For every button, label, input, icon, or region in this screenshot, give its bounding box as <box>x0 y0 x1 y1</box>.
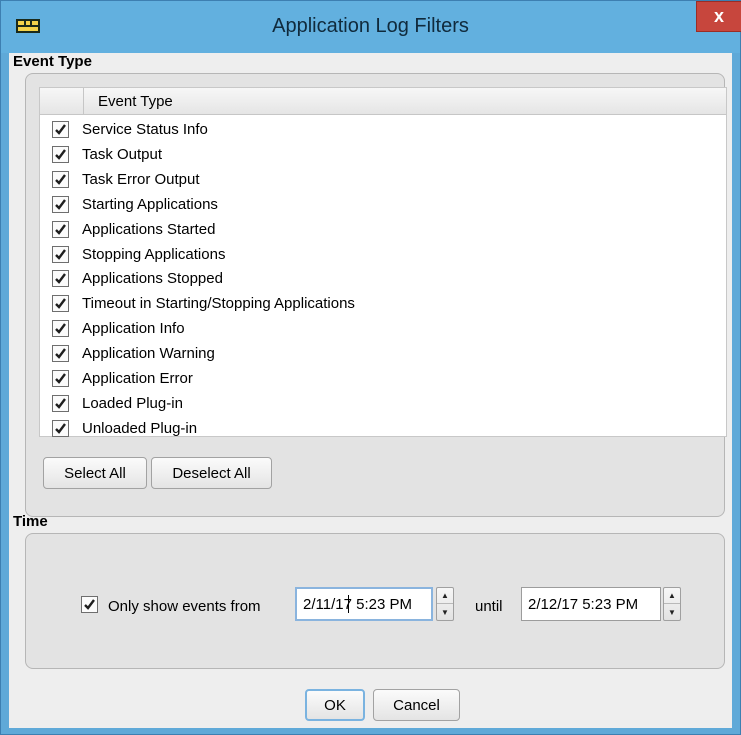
close-button[interactable]: x <box>696 1 741 32</box>
select-all-button[interactable]: Select All <box>43 457 147 489</box>
event-type-label: Unloaded Plug-in <box>82 419 198 437</box>
event-type-label: Application Info <box>82 320 185 338</box>
from-date-spinner[interactable]: ▲ ▼ <box>436 587 454 621</box>
event-type-checkbox[interactable] <box>52 121 69 138</box>
checkmark-icon <box>55 174 66 185</box>
event-type-label: Applications Stopped <box>82 270 223 288</box>
event-type-checkbox[interactable] <box>52 270 69 288</box>
checkmark-icon <box>55 398 66 409</box>
spinner-up-icon[interactable]: ▲ <box>437 588 453 604</box>
spinner-down-icon[interactable]: ▼ <box>664 604 680 620</box>
checkmark-icon <box>84 599 95 610</box>
checkmark-icon <box>55 423 66 434</box>
event-type-section-title: Event Type <box>13 53 92 70</box>
event-type-label: Starting Applications <box>82 195 218 213</box>
table-row[interactable]: Timeout in Starting/Stopping Application… <box>40 291 726 316</box>
table-row[interactable]: Unloaded Plug-in <box>40 416 726 441</box>
until-date-input[interactable]: 2/12/17 5:23 PM <box>521 587 661 621</box>
only-show-checkbox[interactable] <box>81 596 98 613</box>
until-date-spinner[interactable]: ▲ ▼ <box>663 587 681 621</box>
only-show-label[interactable]: Only show events from <box>108 598 261 615</box>
event-type-label: Service Status Info <box>82 121 208 138</box>
event-type-checkbox[interactable] <box>52 345 69 363</box>
time-section-title: Time <box>13 513 48 530</box>
table-row[interactable]: Application Info <box>40 316 726 341</box>
event-type-checkbox[interactable] <box>52 320 69 338</box>
event-type-table[interactable]: Event Type Service Status Info Task Outpu… <box>39 87 727 437</box>
event-type-label: Applications Started <box>82 220 216 238</box>
table-row[interactable]: Task Output <box>40 142 726 167</box>
event-type-checkbox[interactable] <box>52 295 69 313</box>
table-row[interactable]: Applications Started <box>40 217 726 242</box>
table-row[interactable]: Stopping Applications <box>40 242 726 267</box>
event-type-checkbox[interactable] <box>52 170 69 188</box>
event-type-checkbox[interactable] <box>52 145 69 163</box>
deselect-all-button[interactable]: Deselect All <box>151 457 272 489</box>
event-type-checkbox[interactable] <box>52 195 69 213</box>
event-type-label: Loaded Plug-in <box>82 394 183 412</box>
table-row[interactable]: Loaded Plug-in <box>40 391 726 416</box>
dialog-content: Event Type Event Type Service Status Inf… <box>9 53 732 728</box>
checkmark-icon <box>55 348 66 359</box>
dialog-window: Application Log Filters x Event Type Eve… <box>0 0 741 735</box>
table-header: Event Type <box>40 88 726 115</box>
event-type-label: Task Output <box>82 145 163 163</box>
checkmark-icon <box>55 198 66 210</box>
ok-button[interactable]: OK <box>305 689 365 721</box>
window-title: Application Log Filters <box>272 15 469 37</box>
checkmark-icon <box>55 149 66 160</box>
event-type-checkbox[interactable] <box>52 394 69 412</box>
event-type-checkbox[interactable] <box>52 220 69 238</box>
text-caret <box>348 595 349 613</box>
table-row[interactable]: Starting Applications <box>40 192 726 217</box>
checkmark-icon <box>55 223 66 235</box>
table-row[interactable]: Application Error <box>40 366 726 391</box>
until-label: until <box>475 598 503 615</box>
event-type-label: Application Warning <box>82 345 215 363</box>
spinner-up-icon[interactable]: ▲ <box>664 588 680 604</box>
event-type-checkbox[interactable] <box>52 245 69 263</box>
spinner-down-icon[interactable]: ▼ <box>437 604 453 620</box>
event-type-checkbox[interactable] <box>52 370 69 387</box>
checkmark-icon <box>55 373 66 384</box>
table-row[interactable]: Service Status Info <box>40 117 726 142</box>
checkmark-icon <box>55 248 66 260</box>
checkmark-icon <box>55 298 66 310</box>
event-type-label: Task Error Output <box>82 170 200 188</box>
checkmark-icon <box>55 323 66 335</box>
from-date-input[interactable]: 2/11/17 5:23 PM <box>295 587 433 621</box>
table-row[interactable]: Task Error Output <box>40 167 726 192</box>
checkmark-icon <box>55 124 66 135</box>
event-type-label: Timeout in Starting/Stopping Application… <box>82 295 355 313</box>
event-type-checkbox[interactable] <box>52 419 69 437</box>
cancel-button[interactable]: Cancel <box>373 689 460 721</box>
title-bar[interactable]: Application Log Filters <box>1 1 740 53</box>
checkbox-column-header[interactable] <box>40 88 84 115</box>
event-type-column-header[interactable]: Event Type <box>98 93 173 110</box>
checkmark-icon <box>55 273 66 285</box>
table-row[interactable]: Application Warning <box>40 341 726 366</box>
event-type-label: Stopping Applications <box>82 245 226 263</box>
table-row[interactable]: Applications Stopped <box>40 266 726 291</box>
close-icon: x <box>713 6 724 26</box>
event-type-label: Application Error <box>82 370 193 387</box>
